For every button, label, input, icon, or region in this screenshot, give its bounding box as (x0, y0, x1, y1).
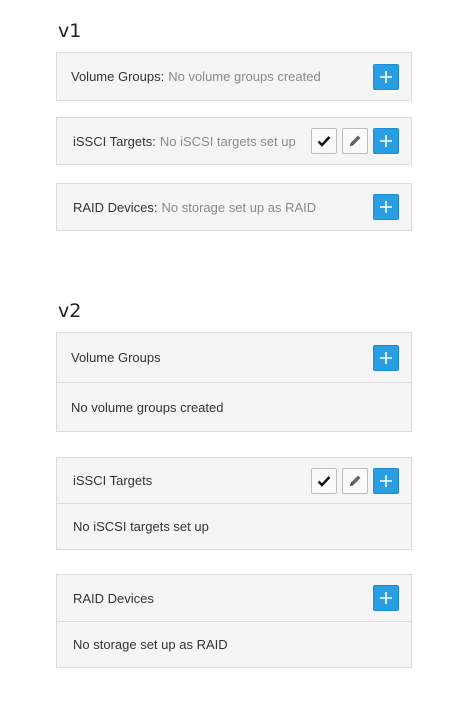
add-raid-device-button[interactable] (373, 585, 399, 611)
panel-header: RAID Devices: No storage set up as RAID (57, 184, 411, 230)
v2-iscsi-targets-panel: iSSCI Targets No iSCSI targets set up (56, 457, 412, 550)
add-volume-group-button[interactable] (373, 63, 399, 90)
panel-actions (373, 194, 399, 220)
edit-button[interactable] (342, 128, 368, 154)
add-volume-group-button[interactable] (373, 344, 399, 371)
plus-icon (380, 135, 392, 147)
plus-icon (380, 70, 392, 83)
add-iscsi-target-button[interactable] (373, 467, 399, 494)
check-icon (317, 475, 331, 487)
panel-status: No volume groups created (168, 69, 321, 84)
panel-status: No volume groups created (71, 399, 224, 415)
panel-header: RAID Devices (57, 575, 411, 622)
pencil-icon (350, 135, 361, 146)
panel-actions (311, 128, 399, 154)
v1-iscsi-targets-panel: iSSCI Targets: No iSCSI targets set up (56, 117, 412, 165)
panel-body: No iSCSI targets set up (57, 504, 411, 549)
v1-volume-groups-panel: Volume Groups: No volume groups created (56, 52, 412, 101)
plus-icon (380, 474, 392, 487)
confirm-button[interactable] (311, 128, 337, 154)
panel-header: Volume Groups: No volume groups created (57, 53, 411, 100)
plus-icon (380, 351, 392, 364)
panel-status: No storage set up as RAID (161, 199, 317, 215)
panel-title: iSSCI Targets (73, 473, 153, 488)
plus-icon (380, 592, 392, 604)
panel-header: iSSCI Targets: No iSCSI targets set up (57, 118, 411, 164)
panel-status: No iSCSI targets set up (159, 133, 296, 149)
panel-body: No storage set up as RAID (57, 622, 411, 667)
add-iscsi-target-button[interactable] (373, 128, 399, 154)
panel-actions (373, 585, 399, 611)
v1-raid-devices-panel: RAID Devices: No storage set up as RAID (56, 183, 412, 231)
panel-status: No iSCSI targets set up (73, 519, 209, 534)
v2-raid-devices-panel: RAID Devices No storage set up as RAID (56, 574, 412, 668)
v1-heading: v1 (58, 20, 82, 42)
panel-actions (373, 344, 399, 371)
add-raid-device-button[interactable] (373, 194, 399, 220)
plus-icon (380, 201, 392, 213)
panel-header: Volume Groups (57, 333, 411, 383)
panel-actions (311, 467, 399, 494)
check-icon (317, 136, 331, 147)
v2-heading: v2 (58, 300, 82, 322)
panel-title: Volume Groups (71, 350, 161, 365)
panel-body: No volume groups created (57, 383, 411, 431)
panel-status: No storage set up as RAID (73, 637, 228, 652)
v2-volume-groups-panel: Volume Groups No volume groups created (56, 332, 412, 432)
panel-header: iSSCI Targets (57, 458, 411, 504)
edit-button[interactable] (342, 467, 368, 494)
panel-title: RAID Devices (73, 590, 154, 606)
pencil-icon (350, 475, 361, 486)
panel-actions (373, 63, 399, 90)
panel-title: Volume Groups: (71, 69, 165, 84)
panel-title: iSSCI Targets: (73, 133, 156, 149)
panel-title: RAID Devices: (73, 199, 158, 215)
confirm-button[interactable] (311, 467, 337, 494)
